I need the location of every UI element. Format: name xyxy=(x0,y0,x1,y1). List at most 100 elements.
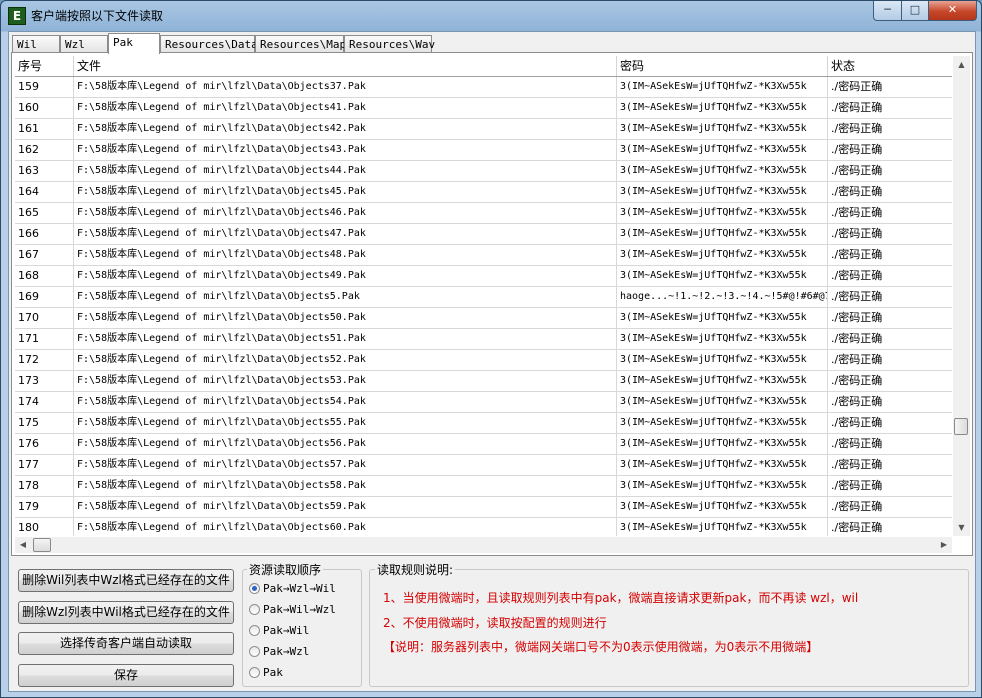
cell-status: ./密码正确 xyxy=(831,206,883,219)
cell-index: 161 xyxy=(15,119,74,139)
cell-file: F:\58版本库\Legend of mir\lfzl\Data\Objects… xyxy=(74,518,617,536)
app-icon: E xyxy=(8,7,26,25)
tab-pak[interactable]: Pak xyxy=(108,33,160,54)
radio-pak[interactable]: Pak xyxy=(249,665,283,681)
cell-index: 162 xyxy=(15,140,74,160)
table-row[interactable]: 174 F:\58版本库\Legend of mir\lfzl\Data\Obje… xyxy=(15,392,952,413)
save-button[interactable]: 保存 xyxy=(18,664,234,687)
tab-resources-map[interactable]: Resources\Map xyxy=(255,35,346,53)
table-row[interactable]: 180 F:\58版本库\Legend of mir\lfzl\Data\Obje… xyxy=(15,518,952,536)
table-row[interactable]: 177 F:\58版本库\Legend of mir\lfzl\Data\Obje… xyxy=(15,455,952,476)
client-area: Wil Wzl Pak Resources\Data Resources\Map… xyxy=(8,31,976,692)
column-header-status[interactable]: 状态 xyxy=(828,56,952,76)
table-row[interactable]: 165 F:\58版本库\Legend of mir\lfzl\Data\Obje… xyxy=(15,203,952,224)
cell-index: 160 xyxy=(15,98,74,118)
table-row[interactable]: 160 F:\58版本库\Legend of mir\lfzl\Data\Obje… xyxy=(15,98,952,119)
cell-file: F:\58版本库\Legend of mir\lfzl\Data\Objects… xyxy=(74,413,617,433)
cell-password: 3(IM~ASekEsW=jUfTQHfwZ-*K3Xw55k xyxy=(617,161,828,181)
radio-dot[interactable] xyxy=(249,604,260,615)
table-row[interactable]: 166 F:\58版本库\Legend of mir\lfzl\Data\Obje… xyxy=(15,224,952,245)
vertical-scrollbar[interactable]: ▲ ▼ xyxy=(953,56,970,536)
cell-password: 3(IM~ASekEsW=jUfTQHfwZ-*K3Xw55k xyxy=(617,77,828,97)
cell-file: F:\58版本库\Legend of mir\lfzl\Data\Objects… xyxy=(74,329,617,349)
column-header-file[interactable]: 文件 xyxy=(74,56,617,76)
radio-pak-wil-wzl[interactable]: Pak→Wil→Wzl xyxy=(249,602,336,618)
cell-status: ./密码正确 xyxy=(831,353,883,366)
cell-index: 171 xyxy=(15,329,74,349)
table-row[interactable]: 171 F:\58版本库\Legend of mir\lfzl\Data\Obje… xyxy=(15,329,952,350)
table-row[interactable]: 169 F:\58版本库\Legend of mir\lfzl\Data\Obje… xyxy=(15,287,952,308)
tab-resources-wav[interactable]: Resources\Wav xyxy=(344,35,435,53)
cell-file: F:\58版本库\Legend of mir\lfzl\Data\Objects… xyxy=(74,497,617,517)
table-row[interactable]: 168 F:\58版本库\Legend of mir\lfzl\Data\Obje… xyxy=(15,266,952,287)
horizontal-scroll-thumb[interactable] xyxy=(33,538,51,552)
table-row[interactable]: 170 F:\58版本库\Legend of mir\lfzl\Data\Obje… xyxy=(15,308,952,329)
cell-file: F:\58版本库\Legend of mir\lfzl\Data\Objects… xyxy=(74,266,617,286)
radio-dot[interactable] xyxy=(249,646,260,657)
radio-dot[interactable] xyxy=(249,625,260,636)
table-row[interactable]: 172 F:\58版本库\Legend of mir\lfzl\Data\Obje… xyxy=(15,350,952,371)
cell-password: 3(IM~ASekEsW=jUfTQHfwZ-*K3Xw55k xyxy=(617,266,828,286)
delete-wil-duplicates-button[interactable]: 删除Wil列表中Wzl格式已经存在的文件 xyxy=(18,569,234,592)
table-row[interactable]: 162 F:\58版本库\Legend of mir\lfzl\Data\Obje… xyxy=(15,140,952,161)
table-row[interactable]: 176 F:\58版本库\Legend of mir\lfzl\Data\Obje… xyxy=(15,434,952,455)
cell-index: 172 xyxy=(15,350,74,370)
vertical-scroll-thumb[interactable] xyxy=(954,418,968,435)
table-row[interactable]: 163 F:\58版本库\Legend of mir\lfzl\Data\Obje… xyxy=(15,161,952,182)
maximize-button[interactable]: □ xyxy=(901,1,929,21)
tab-wzl[interactable]: Wzl xyxy=(60,35,108,53)
table-row[interactable]: 178 F:\58版本库\Legend of mir\lfzl\Data\Obje… xyxy=(15,476,952,497)
cell-password: 3(IM~ASekEsW=jUfTQHfwZ-*K3Xw55k xyxy=(617,245,828,265)
scroll-down-arrow[interactable]: ▼ xyxy=(953,519,970,536)
title-bar[interactable]: E 客户端按照以下文件读取 ─ □ ✕ xyxy=(1,1,981,29)
minimize-button[interactable]: ─ xyxy=(873,1,902,21)
radio-pak-wzl-wil[interactable]: Pak→Wzl→Wil xyxy=(249,581,336,597)
cell-status: ./密码正确 xyxy=(831,374,883,387)
radio-label: Pak→Wzl xyxy=(263,645,310,658)
cell-file: F:\58版本库\Legend of mir\lfzl\Data\Objects… xyxy=(74,140,617,160)
table-row[interactable]: 179 F:\58版本库\Legend of mir\lfzl\Data\Obje… xyxy=(15,497,952,518)
scroll-right-arrow[interactable]: ▶ xyxy=(936,537,952,553)
radio-dot[interactable] xyxy=(249,667,260,678)
table-row[interactable]: 173 F:\58版本库\Legend of mir\lfzl\Data\Obje… xyxy=(15,371,952,392)
file-table: 序号 文件 密码 状态 159 F:\58版本库\Legend of mir\lf… xyxy=(15,56,952,536)
tab-wil[interactable]: Wil xyxy=(12,35,60,53)
scroll-up-arrow[interactable]: ▲ xyxy=(953,56,970,73)
cell-password: 3(IM~ASekEsW=jUfTQHfwZ-*K3Xw55k xyxy=(617,434,828,454)
cell-password: 3(IM~ASekEsW=jUfTQHfwZ-*K3Xw55k xyxy=(617,413,828,433)
cell-password: 3(IM~ASekEsW=jUfTQHfwZ-*K3Xw55k xyxy=(617,308,828,328)
cell-file: F:\58版本库\Legend of mir\lfzl\Data\Objects… xyxy=(74,182,617,202)
cell-status: ./密码正确 xyxy=(831,395,883,408)
table-row[interactable]: 159 F:\58版本库\Legend of mir\lfzl\Data\Obje… xyxy=(15,77,952,98)
scroll-left-arrow[interactable]: ◀ xyxy=(15,537,31,553)
horizontal-scrollbar[interactable]: ◀ ▶ xyxy=(15,537,952,553)
cell-password: 3(IM~ASekEsW=jUfTQHfwZ-*K3Xw55k xyxy=(617,98,828,118)
radio-pak-wzl[interactable]: Pak→Wzl xyxy=(249,644,309,660)
cell-index: 176 xyxy=(15,434,74,454)
radio-pak-wil[interactable]: Pak→Wil xyxy=(249,623,309,639)
cell-index: 170 xyxy=(15,308,74,328)
cell-index: 166 xyxy=(15,224,74,244)
cell-password: 3(IM~ASekEsW=jUfTQHfwZ-*K3Xw55k xyxy=(617,350,828,370)
close-button[interactable]: ✕ xyxy=(928,1,977,21)
cell-status: ./密码正确 xyxy=(831,479,883,492)
cell-status: ./密码正确 xyxy=(831,143,883,156)
table-row[interactable]: 161 F:\58版本库\Legend of mir\lfzl\Data\Obje… xyxy=(15,119,952,140)
table-row[interactable]: 164 F:\58版本库\Legend of mir\lfzl\Data\Obje… xyxy=(15,182,952,203)
column-header-password[interactable]: 密码 xyxy=(617,56,828,76)
radio-dot[interactable] xyxy=(249,583,260,594)
cell-status: ./密码正确 xyxy=(831,311,883,324)
delete-wzl-duplicates-button[interactable]: 删除Wzl列表中Wil格式已经存在的文件 xyxy=(18,601,234,624)
cell-status: ./密码正确 xyxy=(831,332,883,345)
select-client-button[interactable]: 选择传奇客户端自动读取 xyxy=(18,632,234,655)
table-row[interactable]: 175 F:\58版本库\Legend of mir\lfzl\Data\Obje… xyxy=(15,413,952,434)
cell-status: ./密码正确 xyxy=(831,458,883,471)
cell-password: 3(IM~ASekEsW=jUfTQHfwZ-*K3Xw55k xyxy=(617,392,828,412)
cell-file: F:\58版本库\Legend of mir\lfzl\Data\Objects… xyxy=(74,224,617,244)
table-row[interactable]: 167 F:\58版本库\Legend of mir\lfzl\Data\Obje… xyxy=(15,245,952,266)
cell-file: F:\58版本库\Legend of mir\lfzl\Data\Objects… xyxy=(74,77,617,97)
tab-resources-data[interactable]: Resources\Data xyxy=(160,35,258,53)
column-header-index[interactable]: 序号 xyxy=(15,56,74,76)
cell-file: F:\58版本库\Legend of mir\lfzl\Data\Objects… xyxy=(74,350,617,370)
cell-file: F:\58版本库\Legend of mir\lfzl\Data\Objects… xyxy=(74,476,617,496)
